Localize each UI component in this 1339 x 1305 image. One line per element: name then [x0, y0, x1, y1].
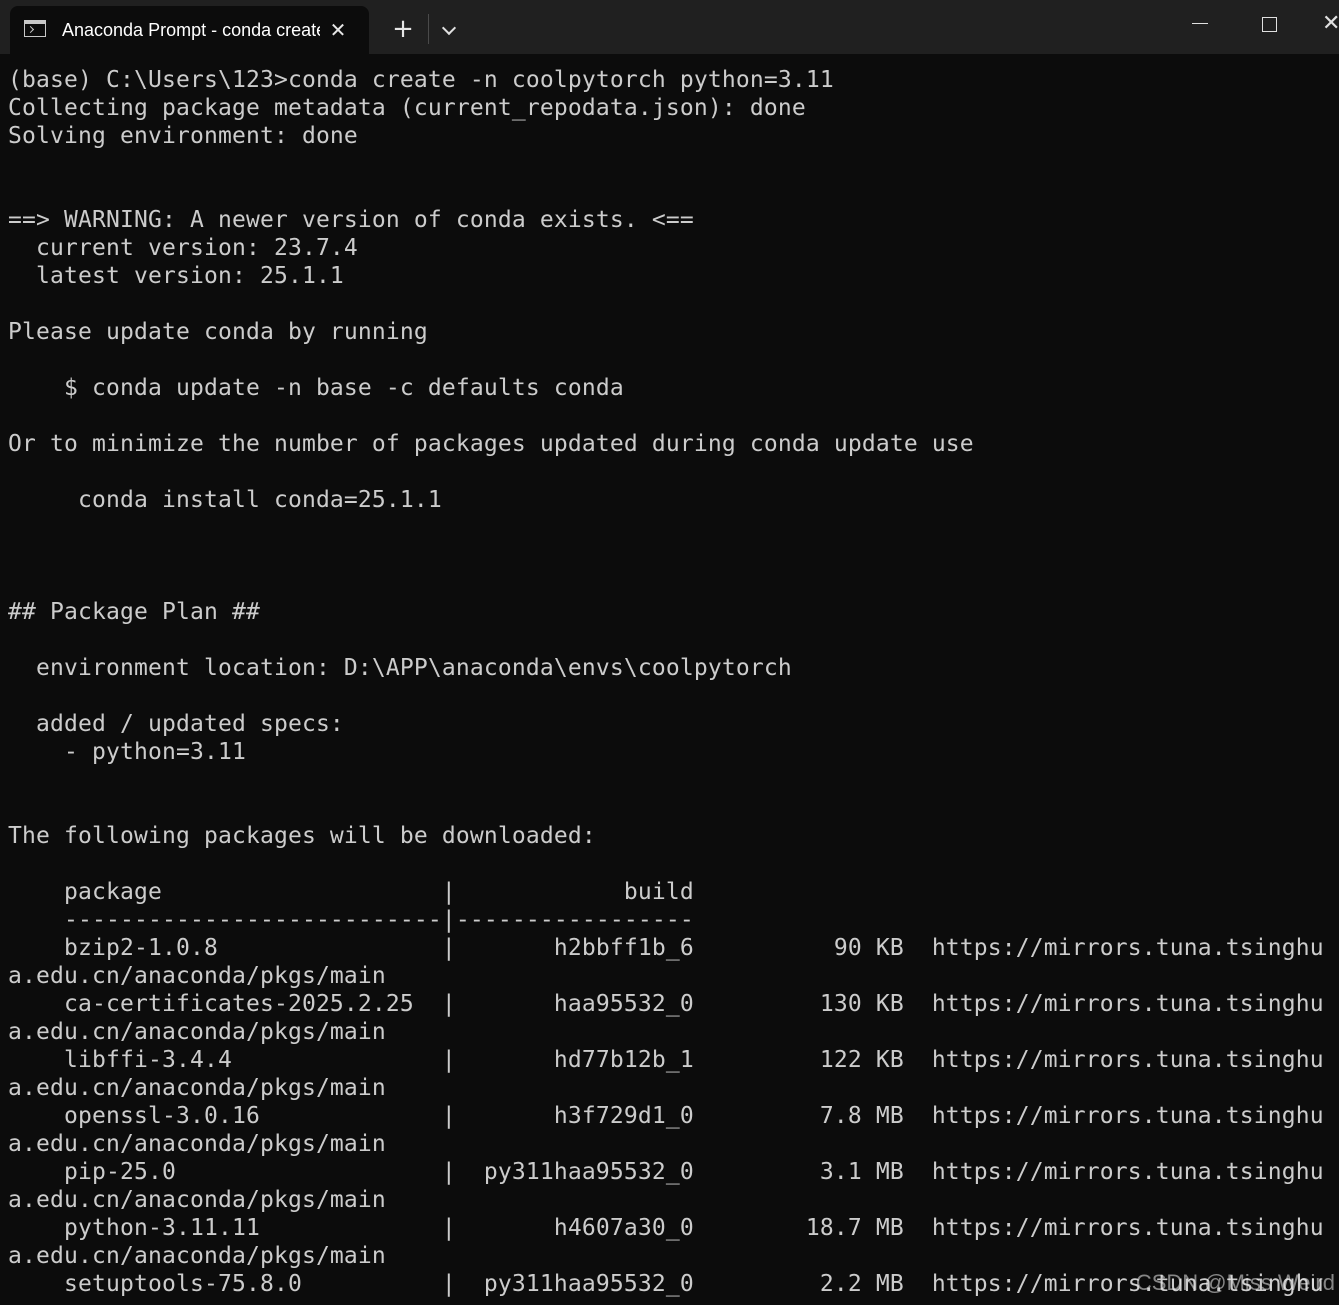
title-bar: Anaconda Prompt - conda create -n coolpy…: [0, 0, 1339, 54]
terminal-line: bzip2-1.0.8 | h2bbff1b_6 90 KB https://m…: [8, 935, 1324, 961]
terminal-line: a.edu.cn/anaconda/pkgs/main: [8, 1131, 386, 1157]
terminal-line: Solving environment: done: [8, 123, 358, 149]
terminal-line: a.edu.cn/anaconda/pkgs/main: [8, 963, 386, 989]
tab-divider: [428, 14, 429, 44]
terminal-line: environment location: D:\APP\anaconda\en…: [8, 655, 792, 681]
terminal-icon: [24, 20, 46, 37]
terminal-line: current version: 23.7.4: [8, 235, 358, 261]
maximize-button[interactable]: [1254, 8, 1284, 40]
terminal-line: The following packages will be downloade…: [8, 823, 596, 849]
terminal-line: added / updated specs:: [8, 711, 344, 737]
watermark: CSDN @Miss Weird: [1135, 1270, 1335, 1295]
terminal-line: a.edu.cn/anaconda/pkgs/main: [8, 1187, 386, 1213]
close-window-button[interactable]: ✕: [1322, 8, 1339, 40]
terminal-line: ## Package Plan ##: [8, 599, 260, 625]
terminal-line: Please update conda by running: [8, 319, 428, 345]
terminal-line: latest version: 25.1.1: [8, 263, 344, 289]
terminal-line: pip-25.0 | py311haa95532_0 3.1 MB https:…: [8, 1159, 1324, 1185]
terminal-line: a.edu.cn/anaconda/pkgs/main: [8, 1243, 386, 1269]
terminal-line: $ conda update -n base -c defaults conda: [8, 375, 624, 401]
chevron-down-icon[interactable]: [437, 16, 461, 44]
terminal-line: openssl-3.0.16 | h3f729d1_0 7.8 MB https…: [8, 1103, 1324, 1129]
terminal-line: (base) C:\Users\123>conda create -n cool…: [8, 67, 834, 93]
new-tab-button[interactable]: +: [388, 14, 418, 44]
terminal-line: a.edu.cn/anaconda/pkgs/main: [8, 1019, 386, 1045]
terminal-line: ==> WARNING: A newer version of conda ex…: [8, 207, 694, 233]
terminal-line: conda install conda=25.1.1: [8, 487, 442, 513]
tab-title: Anaconda Prompt - conda create -n coolpy…: [62, 20, 320, 40]
terminal-line: - python=3.11: [8, 739, 246, 765]
tab-anaconda-prompt[interactable]: Anaconda Prompt - conda create -n coolpy…: [10, 6, 369, 54]
tab-close-icon[interactable]: ✕: [326, 18, 350, 42]
terminal-line: ca-certificates-2025.2.25 | haa95532_0 1…: [8, 991, 1324, 1017]
terminal-output[interactable]: (base) C:\Users\123>conda create -n cool…: [8, 66, 1339, 1298]
terminal-line: ---------------------------|------------…: [8, 907, 694, 933]
terminal-line: Collecting package metadata (current_rep…: [8, 95, 806, 121]
terminal-line: a.edu.cn/anaconda/pkgs/main: [8, 1075, 386, 1101]
terminal-line: package | build: [8, 879, 694, 905]
terminal-line: Or to minimize the number of packages up…: [8, 431, 974, 457]
terminal-line: python-3.11.11 | h4607a30_0 18.7 MB http…: [8, 1215, 1324, 1241]
minimize-button[interactable]: [1186, 8, 1214, 40]
terminal-line: libffi-3.4.4 | hd77b12b_1 122 KB https:/…: [8, 1047, 1324, 1073]
